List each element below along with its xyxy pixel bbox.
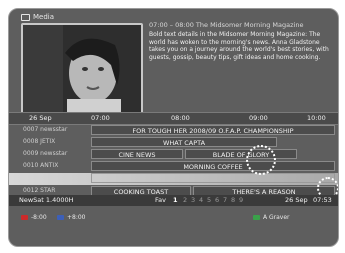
page-number[interactable]: 2 xyxy=(183,196,187,204)
channel-row[interactable]: 0008 JETIX WHAT CAPTA xyxy=(9,137,338,148)
channel-name: 0007 newsstar xyxy=(23,126,68,133)
epg-grid: 0007 newsstar FOR TOUGH HER 2008/09 O.F.… xyxy=(9,125,338,198)
page-number[interactable]: 5 xyxy=(207,196,211,204)
status-time: 07:53 xyxy=(313,196,332,204)
status-bar: NewSat 1.4000H Fav 1 2 3 4 5 6 7 8 9 26 … xyxy=(9,195,338,206)
channel-row-selected[interactable] xyxy=(9,173,338,185)
program-cell[interactable] xyxy=(91,173,335,183)
prev-hint: -8:00 xyxy=(31,214,47,221)
blue-button-icon[interactable] xyxy=(57,215,64,220)
page-current[interactable]: 1 xyxy=(173,196,178,204)
channel-row[interactable]: 0010 ANTIX MORNING COFFEE xyxy=(9,161,338,172)
timebar-date: 26 Sep xyxy=(29,114,52,122)
page-number[interactable]: 4 xyxy=(199,196,203,204)
program-cell[interactable]: BLADE OF GLORY xyxy=(185,149,297,159)
status-date: 26 Sep xyxy=(285,196,308,204)
program-cell[interactable]: FOR TOUGH HER 2008/09 O.F.A.P. CHAMPIONS… xyxy=(91,125,335,135)
epg-screen: Media 07:00 – 08:00 The Midsomer Morning… xyxy=(8,8,339,247)
page-number[interactable]: 9 xyxy=(239,196,243,204)
media-header: Media xyxy=(21,13,54,21)
time-bar: 26 Sep 07:00 08:00 09:00 10:00 xyxy=(9,112,338,125)
program-description: Bold text details in the Midsomer Mornin… xyxy=(149,31,329,61)
red-button-icon[interactable] xyxy=(21,215,28,220)
satellite-name: NewSat 1.4000H xyxy=(19,196,74,204)
time-slot-1: 07:00 xyxy=(91,114,110,122)
program-title: 07:00 – 08:00 The Midsomer Morning Magaz… xyxy=(149,21,304,29)
program-cell[interactable]: MORNING COFFEE xyxy=(91,161,335,171)
channel-row[interactable]: 0009 newsstar CINE NEWS BLADE OF GLORY xyxy=(9,149,338,160)
page-number[interactable]: 8 xyxy=(231,196,235,204)
button-legend: -8:00 +8:00 A Graver xyxy=(9,209,338,229)
channel-name: 0009 newsstar xyxy=(23,150,68,157)
program-info: 07:00 – 08:00 The Midsomer Morning Magaz… xyxy=(149,21,335,113)
page-number[interactable]: 6 xyxy=(215,196,219,204)
video-preview xyxy=(21,23,143,115)
channel-name: 0010 ANTIX xyxy=(23,162,59,169)
highlight-circle xyxy=(246,145,276,175)
action-hint: A Graver xyxy=(263,214,290,221)
channel-row[interactable]: 0007 newsstar FOR TOUGH HER 2008/09 O.F.… xyxy=(9,125,338,136)
time-slot-4: 10:00 xyxy=(307,114,326,122)
time-slot-3: 09:00 xyxy=(249,114,268,122)
presenter-image xyxy=(23,25,141,113)
page-number[interactable]: 3 xyxy=(191,196,195,204)
channel-name: 0008 JETIX xyxy=(23,138,56,145)
page-number[interactable]: 7 xyxy=(223,196,227,204)
program-cell[interactable]: CINE NEWS xyxy=(91,149,183,159)
fav-label: Fav xyxy=(155,196,166,204)
green-button-icon[interactable] xyxy=(253,215,260,220)
channel-name: 0012 STAR xyxy=(23,187,56,194)
time-slot-2: 08:00 xyxy=(171,114,190,122)
program-cell[interactable]: WHAT CAPTA xyxy=(91,137,277,147)
next-hint: +8:00 xyxy=(67,214,86,221)
tv-icon xyxy=(21,13,30,21)
media-label: Media xyxy=(33,13,55,21)
